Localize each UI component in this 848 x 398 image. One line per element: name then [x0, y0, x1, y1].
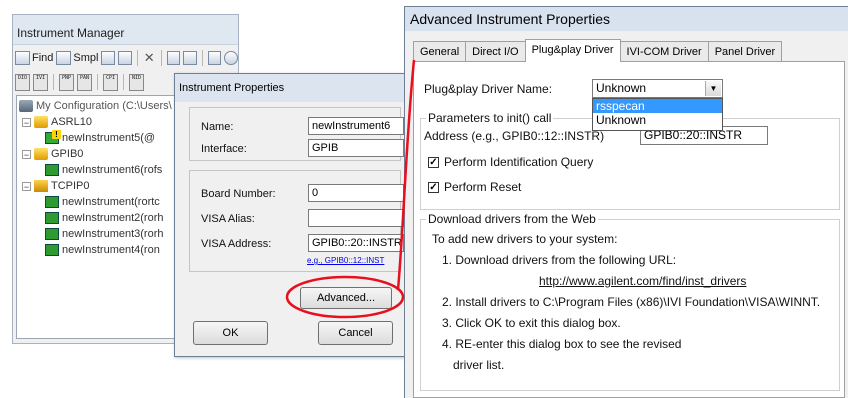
tab-plugandplay-driver[interactable]: Plug&play Driver	[524, 39, 621, 62]
annotation-connector-line	[396, 59, 416, 291]
annotation-overlay	[285, 59, 416, 319]
advanced-highlight-ellipse	[285, 275, 405, 319]
